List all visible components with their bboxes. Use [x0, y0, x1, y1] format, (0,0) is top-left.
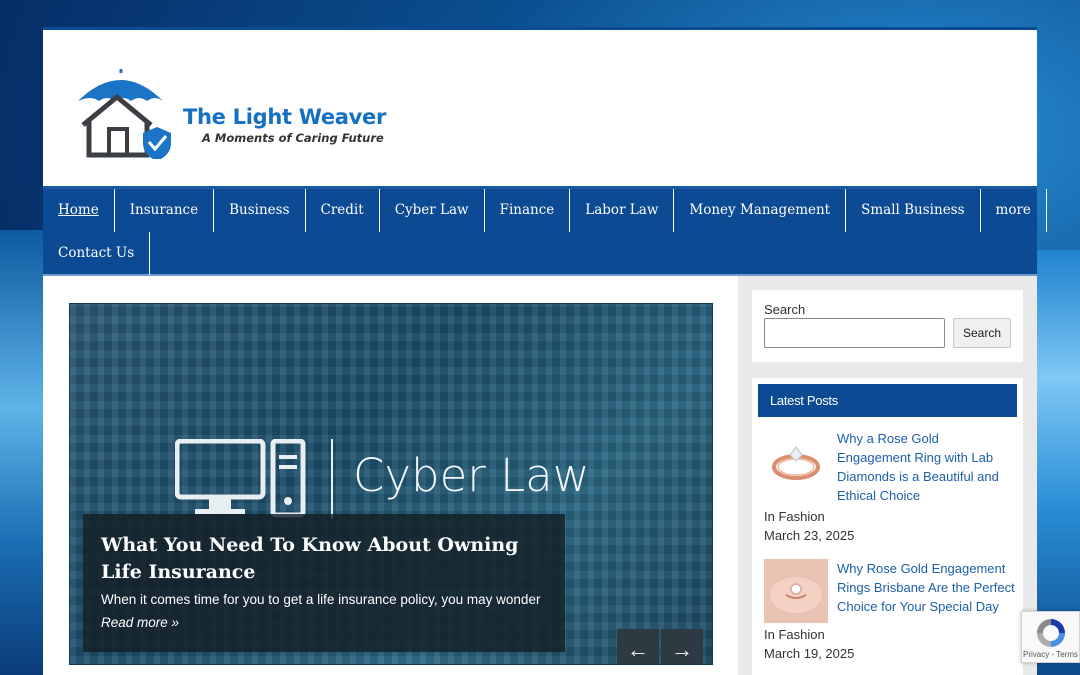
slide-heading[interactable]: What You Need To Know About Owning Life … — [101, 532, 547, 586]
nav-item-labor-law[interactable]: Labor Law — [570, 189, 675, 232]
background-left-glow — [0, 230, 45, 675]
slider-controls: ← → — [617, 629, 703, 664]
nav-item-money-management[interactable]: Money Management — [674, 189, 847, 232]
nav-item-more[interactable]: more — [981, 189, 1047, 232]
nav-item-insurance[interactable]: Insurance — [115, 189, 215, 232]
post-item: Why Rose Gold Engagement Rings Brisbane … — [758, 559, 1017, 623]
nav-item-home[interactable]: Home — [43, 189, 115, 232]
nav-item-small-business[interactable]: Small Business — [846, 189, 981, 232]
post-item: Why a Rose Gold Engagement Ring with Lab… — [758, 429, 1017, 505]
nav-item-contact-us[interactable]: Contact Us — [43, 232, 151, 275]
main-content: Cyber Law What You Need To Know About Ow… — [43, 276, 1037, 675]
featured-slider[interactable]: Cyber Law What You Need To Know About Ow… — [69, 303, 713, 665]
ring-hand-thumbnail-image[interactable] — [764, 559, 828, 623]
site-tagline: A Moments of Caring Future — [202, 131, 384, 145]
slide-image-label: Cyber Law — [353, 449, 590, 502]
latest-posts-title: Latest Posts — [758, 384, 1017, 417]
nav-item-business[interactable]: Business — [214, 189, 306, 232]
recaptcha-badge[interactable]: Privacy - Terms — [1021, 611, 1080, 663]
ring-thumbnail-image[interactable] — [764, 429, 828, 493]
site-logo[interactable]: The Light Weaver A Moments of Caring Fut… — [75, 67, 386, 159]
nav-item-credit[interactable]: Credit — [306, 189, 380, 232]
nav-item-finance[interactable]: Finance — [485, 189, 571, 232]
search-widget: Search Search — [752, 290, 1023, 362]
umbrella-house-icon — [78, 69, 171, 159]
latest-posts-widget: Latest Posts Why a Rose Gold Engagement … — [752, 378, 1023, 675]
search-label: Search — [764, 302, 806, 317]
site-title: The Light Weaver — [183, 105, 387, 129]
main-navigation: Home Insurance Business Credit Cyber Law… — [43, 186, 1047, 276]
nav-row-2: Contact Us — [43, 232, 1037, 275]
site-header: The Light Weaver A Moments of Caring Fut… — [43, 27, 1037, 185]
arrow-left-icon[interactable]: ← — [617, 629, 659, 664]
post-category: In Fashion — [764, 509, 825, 524]
search-input[interactable] — [764, 318, 945, 348]
arrow-right-icon[interactable]: → — [661, 629, 703, 664]
page-container: The Light Weaver A Moments of Caring Fut… — [43, 27, 1047, 675]
read-more-link[interactable]: Read more » — [101, 615, 547, 630]
slide-caption: What You Need To Know About Owning Life … — [83, 514, 565, 652]
nav-row-1: Home Insurance Business Credit Cyber Law… — [43, 189, 1047, 232]
recaptcha-icon — [1037, 619, 1065, 647]
slide-excerpt: When it comes time for you to get a life… — [101, 592, 541, 607]
sidebar: Search Search Latest Posts Why a Rose Go… — [738, 276, 1037, 675]
post-title-link[interactable]: Why a Rose Gold Engagement Ring with Lab… — [837, 429, 1015, 505]
nav-item-cyber-law[interactable]: Cyber Law — [380, 189, 485, 232]
search-button[interactable]: Search — [952, 318, 1011, 348]
post-category: In Fashion — [764, 627, 825, 642]
post-title-link[interactable]: Why Rose Gold Engagement Rings Brisbane … — [837, 559, 1015, 623]
post-date: March 19, 2025 — [764, 646, 855, 661]
post-date: March 23, 2025 — [764, 528, 855, 543]
recaptcha-links[interactable]: Privacy - Terms — [1022, 650, 1079, 659]
computer-icon — [175, 439, 333, 519]
